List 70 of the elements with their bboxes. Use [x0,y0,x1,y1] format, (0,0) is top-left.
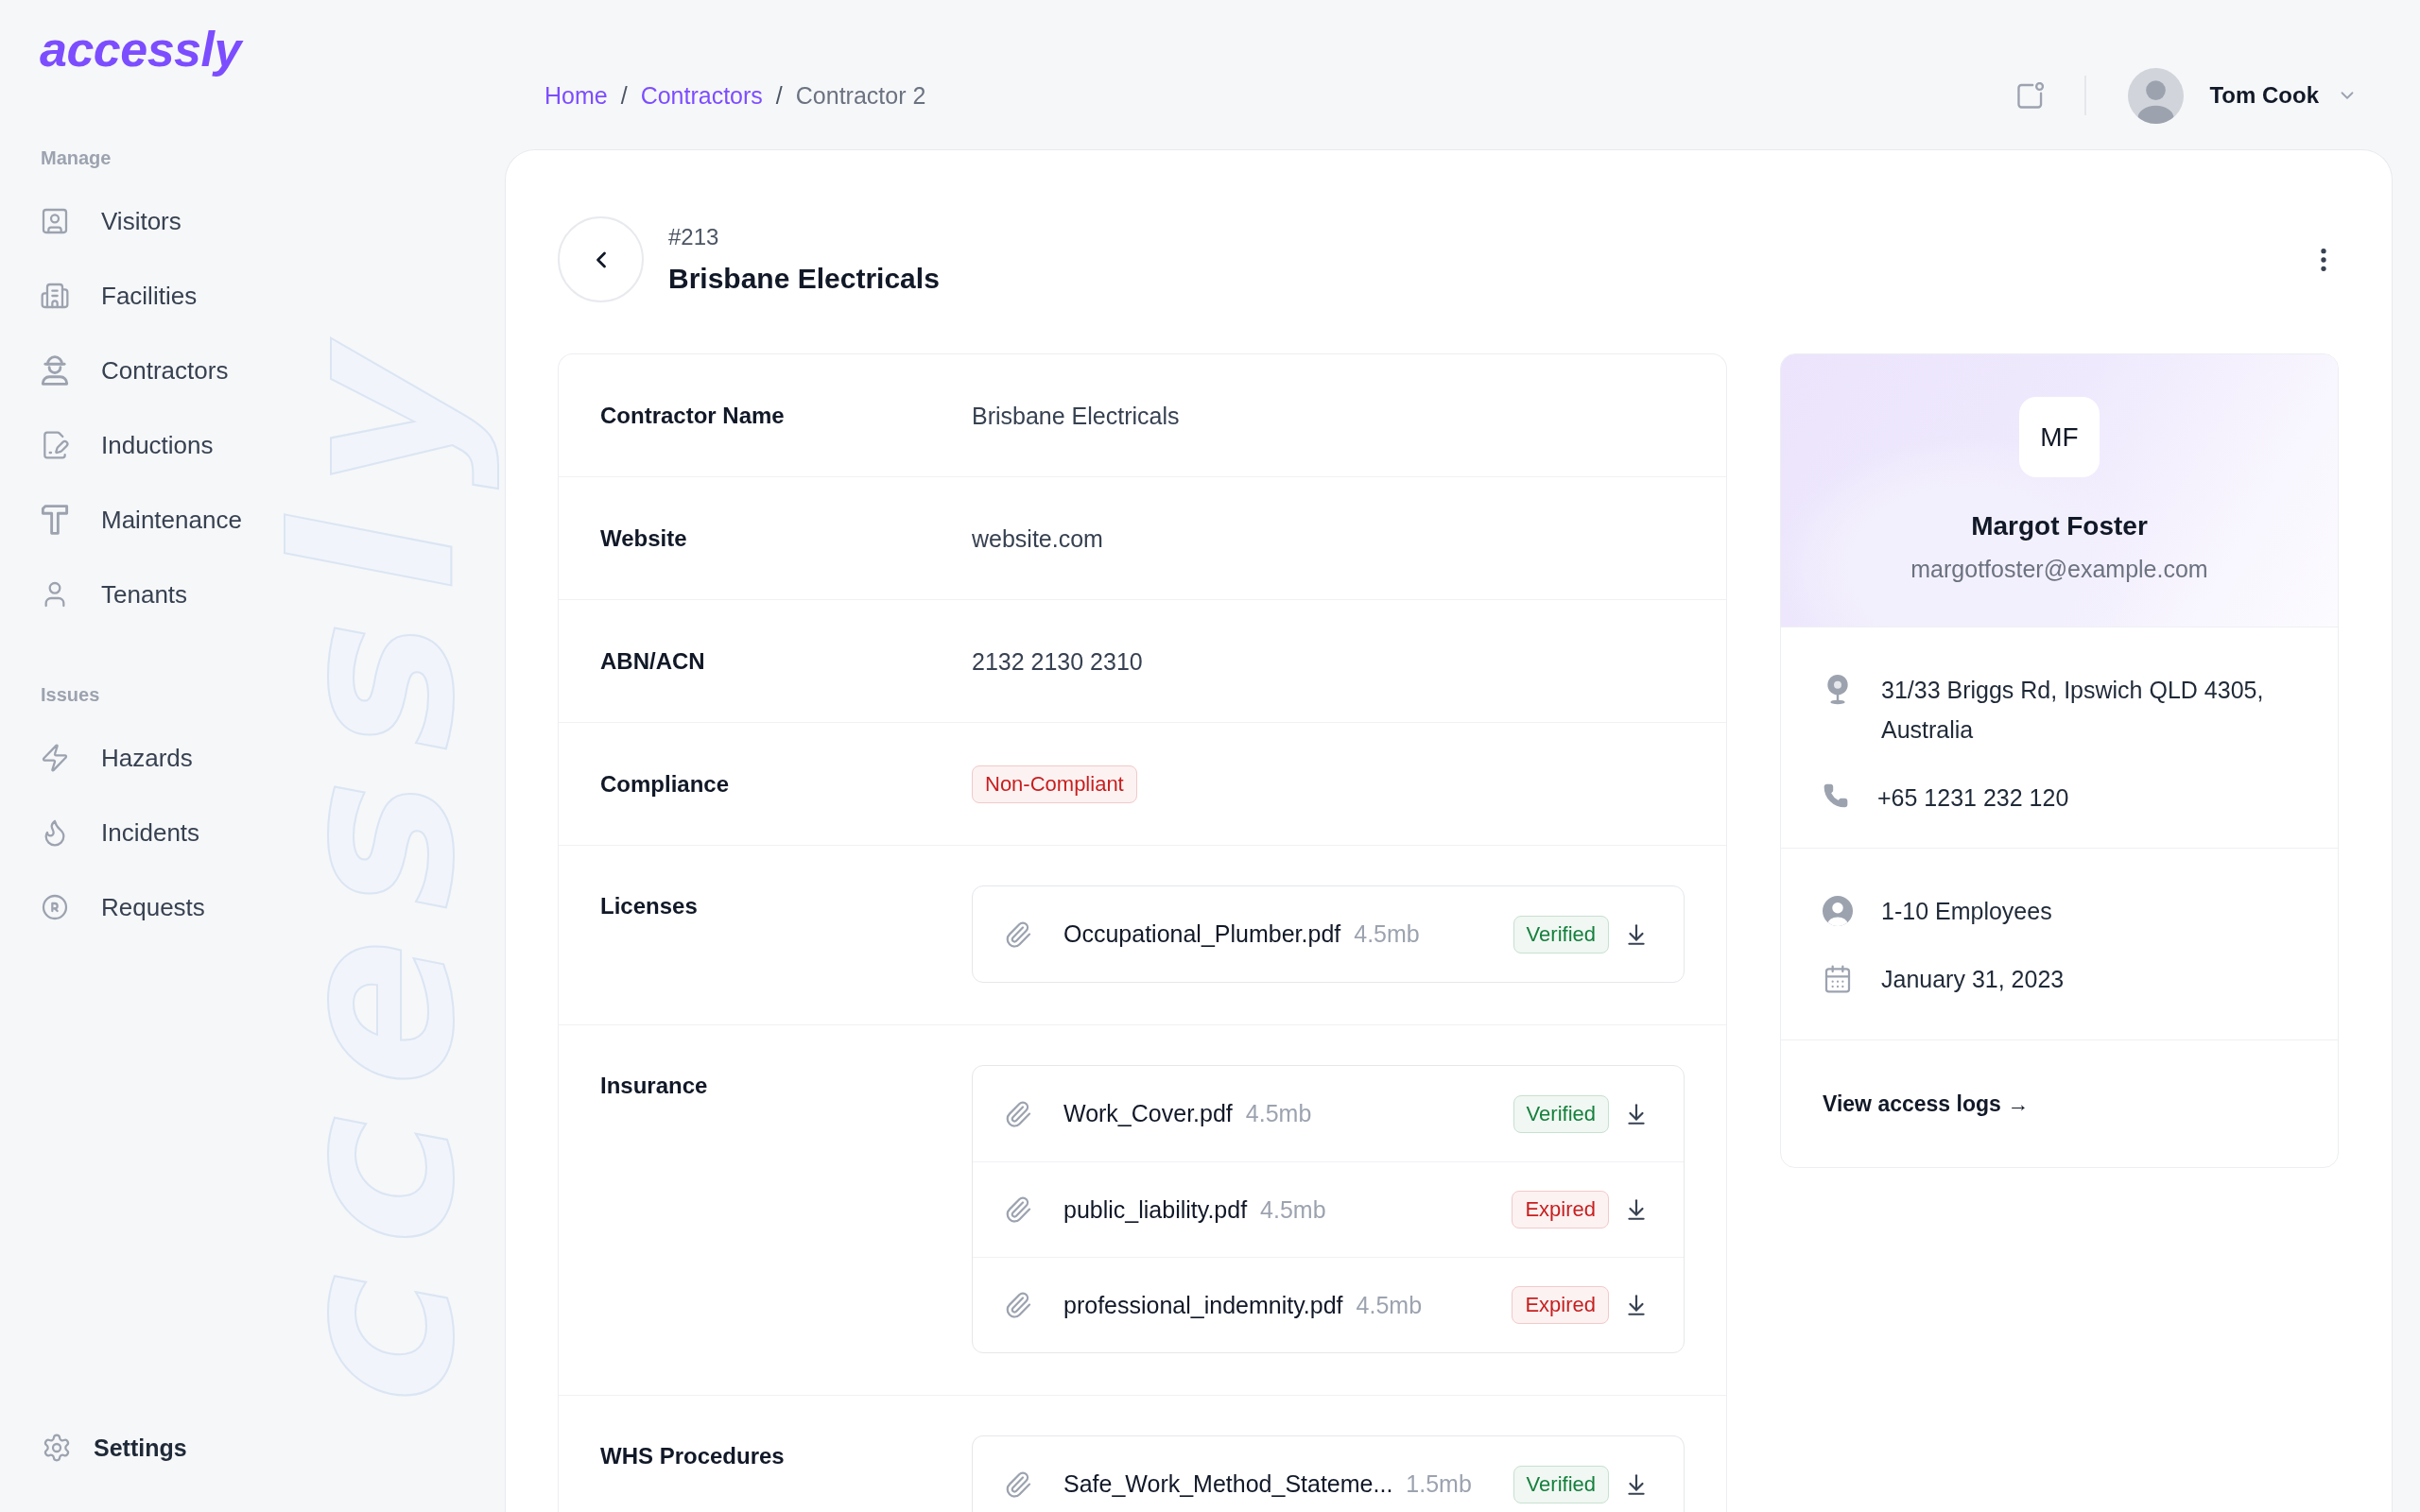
field-label: WHS Procedures [600,1442,785,1470]
breadcrumb-link[interactable]: Home [544,81,608,110]
nav-item[interactable]: Inductions [40,426,242,464]
status-badge: Expired [1512,1286,1609,1324]
nav-item[interactable]: Visitors [40,202,242,240]
paperclip-icon [1004,1195,1032,1224]
avatar [2128,67,2185,124]
breadcrumb-link[interactable]: Contractors [640,81,763,110]
file-name[interactable]: Safe_Work_Method_Stateme... [1063,1470,1393,1498]
file-name[interactable]: professional_indemnity.pdf [1063,1291,1343,1319]
paperclip-icon [1004,1099,1032,1128]
phone-icon [1823,782,1849,809]
status-badge: Non-Compliant [972,765,1137,803]
contact-name: Margot Foster [1971,511,2148,541]
nav-section-title: Issues [41,683,100,706]
registered-icon [40,892,70,922]
record-number: #213 [668,223,720,251]
field-label: Website [600,524,687,553]
nav-item[interactable]: Incidents [40,814,205,851]
file-name[interactable]: Occupational_Plumber.pdf [1063,920,1341,948]
nav-item[interactable]: Requests [40,888,205,926]
file-size: 4.5mb [1245,1100,1312,1127]
status-badge: Verified [1512,1094,1609,1133]
nav-item[interactable]: Tenants [40,576,242,613]
building-icon [40,281,70,311]
breadcrumb-separator: / [775,81,783,110]
breadcrumb-separator: / [620,81,628,110]
lightning-icon [40,743,70,773]
paperclip-icon [1004,919,1032,949]
address-text: 31/33 Briggs Rd, Ipswich QLD 4305, Australia [1881,676,2265,745]
field-value: website.com [972,524,1103,554]
file-size: 4.5mb [1354,920,1420,948]
field-label: Contractor Name [600,401,785,430]
user-circle-icon [1823,896,1853,926]
nav-item[interactable]: Hazards [40,739,205,777]
paperclip-icon [1004,1469,1032,1499]
view-access-logs-link[interactable]: View access logs → [1823,1091,2030,1116]
nav-item[interactable]: Facilities [40,277,242,315]
paperclip-icon [1004,1291,1032,1319]
field-label: Compliance [600,769,730,799]
nav-item[interactable]: Contractors [40,352,242,389]
status-badge: Verified [1512,915,1609,954]
file-name[interactable]: public_liability.pdf [1063,1195,1248,1224]
initials-avatar: MF [2019,397,2100,477]
field-label: ABN/ACN [600,646,705,676]
worker-icon [40,355,70,386]
employee-count: 1-10 Employees [1881,897,2052,926]
settings-icon [42,1433,72,1463]
file-size: 4.5mb [1356,1291,1423,1319]
status-badge: Expired [1512,1191,1609,1228]
field-value: Brisbane Electricals [972,401,1180,431]
contact-email: margotfoster@example.com [1910,555,2208,583]
file-name[interactable]: Work_Cover.pdf [1063,1100,1233,1127]
file-size: 4.5mb [1260,1195,1326,1224]
nav-item[interactable]: Maintenance [40,501,242,539]
status-badge: Verified [1512,1465,1609,1503]
breadcrumb-current: Contractor 2 [795,81,926,110]
field-label: Insurance [600,1072,708,1100]
contact-card-icon [40,206,70,236]
settings-nav-item[interactable]: Settings [40,1429,187,1467]
field-label: Licenses [600,892,698,920]
user-name[interactable]: Tom Cook [2209,82,2319,109]
file-size: 1.5mb [1406,1470,1472,1498]
field-value: 2132 2130 2310 [972,646,1143,677]
phone-number: +65 1231 232 120 [1877,783,2069,813]
calendar-icon [1823,964,1853,994]
date-text: January 31, 2023 [1881,965,2065,994]
nav-section-title: Manage [41,146,112,169]
hammer-icon [40,505,70,535]
page-title: Brisbane Electricals [668,262,940,296]
